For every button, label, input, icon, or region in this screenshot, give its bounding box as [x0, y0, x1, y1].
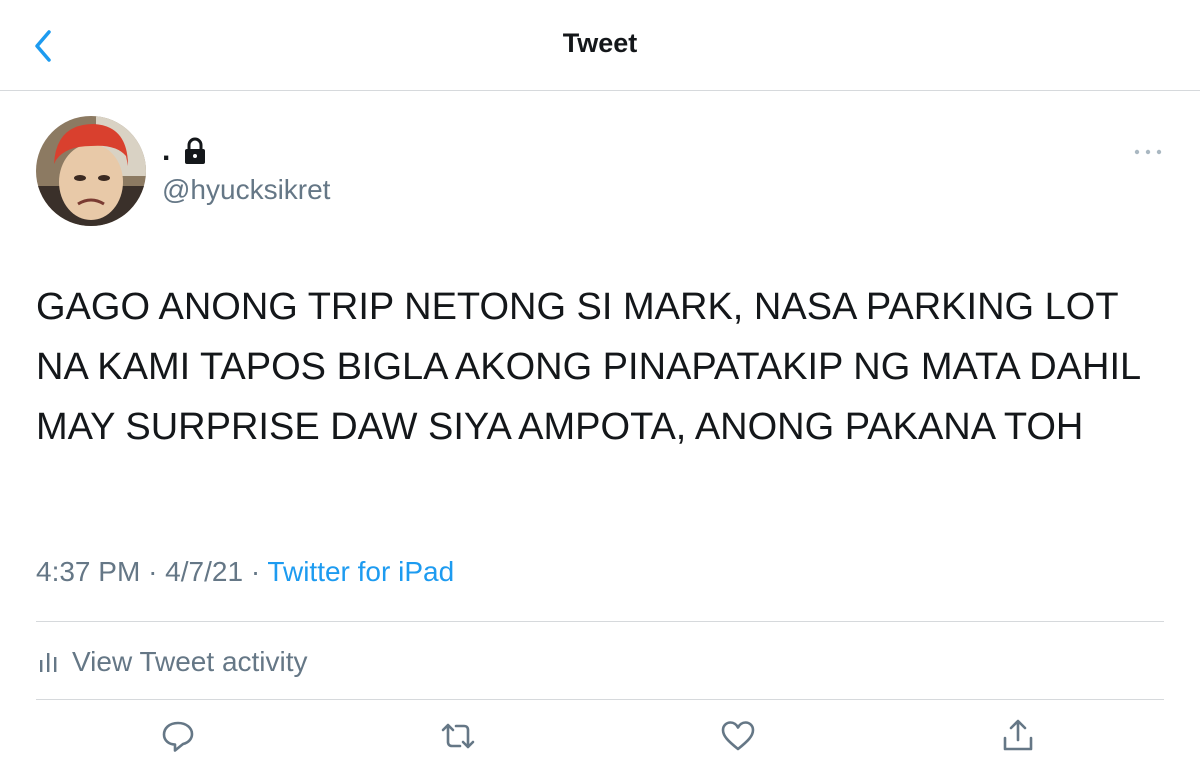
- meta-separator: ·: [250, 556, 261, 587]
- bar-chart-icon: [40, 653, 57, 672]
- tweet-text: GAGO ANONG TRIP NETONG SI MARK, NASA PAR…: [36, 286, 1140, 448]
- divider: [36, 621, 1164, 622]
- page-title: Tweet: [562, 28, 638, 58]
- tweet-source-link[interactable]: Twitter for iPad: [267, 556, 454, 587]
- user-handle[interactable]: @hyucksikret: [162, 174, 330, 206]
- lock-icon: [185, 137, 206, 164]
- more-icon: [1134, 149, 1162, 155]
- divider: [36, 699, 1164, 700]
- like-button[interactable]: [718, 716, 758, 756]
- avatar-image: [36, 116, 146, 226]
- reply-icon: [162, 721, 194, 752]
- share-button[interactable]: [998, 716, 1038, 756]
- tweet-time: 4:37 PM: [36, 556, 141, 587]
- heart-icon: [721, 721, 755, 751]
- view-tweet-activity-button[interactable]: View Tweet activity: [36, 646, 308, 678]
- meta-separator: ·: [148, 556, 158, 587]
- view-tweet-activity-label: View Tweet activity: [72, 646, 308, 677]
- retweet-icon: [441, 723, 475, 749]
- share-icon: [1003, 719, 1033, 751]
- display-name-text: .: [162, 134, 171, 167]
- tweet-metadata: 4:37 PM · 4/7/21 · Twitter for iPad: [36, 556, 454, 588]
- tweet-date: 4/7/21: [165, 556, 244, 587]
- reply-button[interactable]: [158, 716, 198, 756]
- avatar[interactable]: [36, 116, 146, 226]
- retweet-button[interactable]: [438, 716, 478, 756]
- more-options-button[interactable]: [1130, 142, 1166, 162]
- top-nav-bar: Tweet: [0, 0, 1200, 91]
- display-name[interactable]: .: [162, 131, 208, 171]
